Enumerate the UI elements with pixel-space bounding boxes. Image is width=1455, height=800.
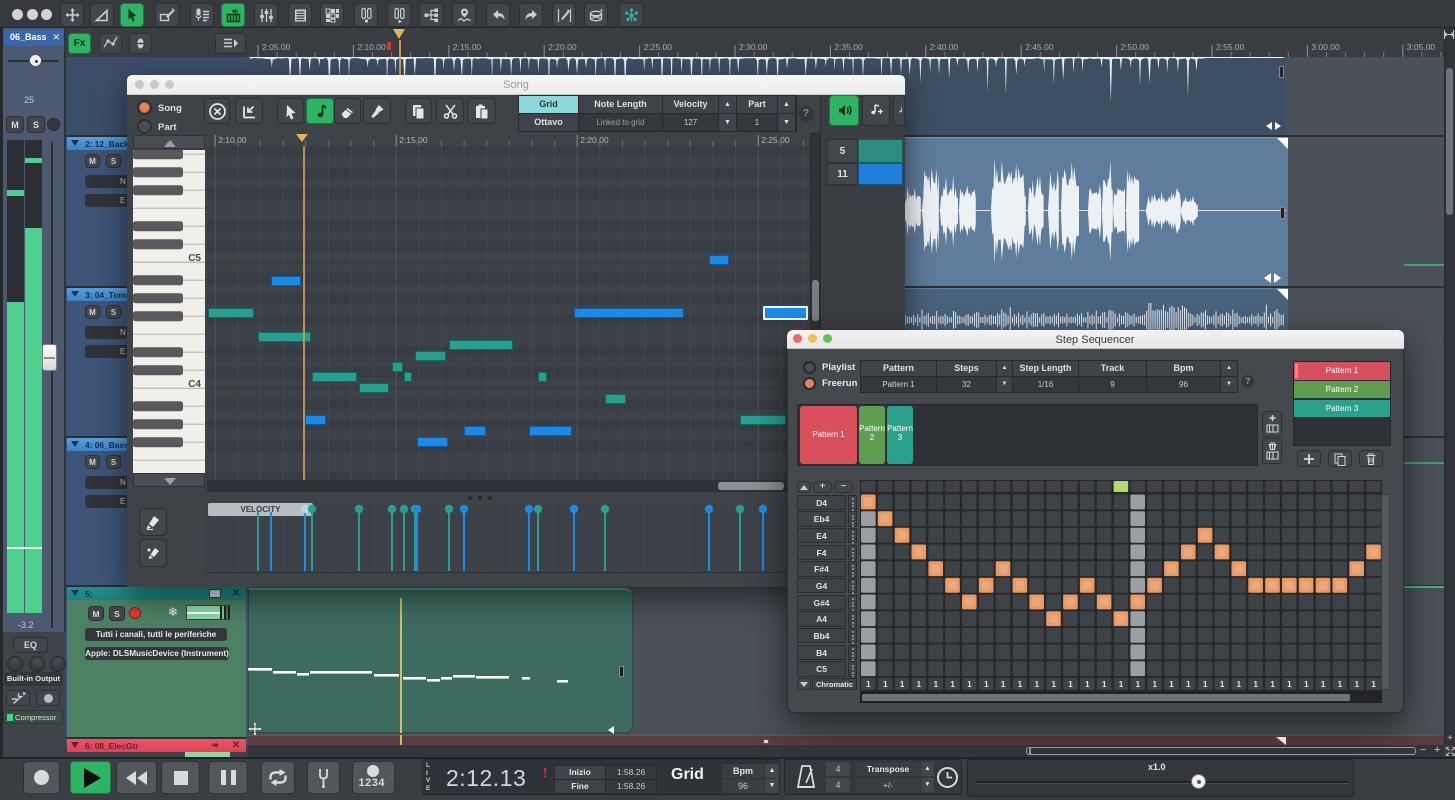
svg-text:1: 1 — [1287, 680, 1292, 689]
svg-text:C5: C5 — [188, 253, 201, 264]
svg-text:1: 1 — [1355, 680, 1360, 689]
svg-text:1: 1 — [950, 680, 955, 689]
svg-text:3:00.00: 3:00.00 — [1311, 42, 1340, 52]
svg-text:2:25.00: 2:25.00 — [761, 135, 790, 145]
svg-text:2:10.00: 2:10.00 — [357, 42, 386, 52]
svg-text:2:15.00: 2:15.00 — [453, 42, 482, 52]
svg-text:1: 1 — [1085, 680, 1090, 689]
svg-text:1: 1 — [917, 680, 922, 689]
svg-text:1: 1 — [1136, 680, 1141, 689]
svg-text:1: 1 — [967, 680, 972, 689]
svg-text:1: 1 — [1321, 680, 1326, 689]
svg-text:1: 1 — [1220, 680, 1225, 689]
svg-text:1: 1 — [1270, 680, 1275, 689]
svg-text:1: 1 — [1051, 680, 1056, 689]
svg-text:2:40.00: 2:40.00 — [930, 42, 959, 52]
svg-text:C4: C4 — [188, 379, 201, 390]
svg-text:1: 1 — [1338, 680, 1343, 689]
svg-text:1: 1 — [1102, 680, 1107, 689]
svg-text:2:35.00: 2:35.00 — [834, 42, 863, 52]
svg-text:1: 1 — [1253, 680, 1258, 689]
svg-text:2:55.00: 2:55.00 — [1216, 42, 1245, 52]
svg-text:1: 1 — [1152, 680, 1157, 689]
svg-text:1: 1 — [1035, 680, 1040, 689]
svg-text:2:20.00: 2:20.00 — [580, 135, 609, 145]
svg-text:2:30.00: 2:30.00 — [739, 42, 768, 52]
svg-text:1: 1 — [866, 680, 871, 689]
svg-text:1: 1 — [934, 680, 939, 689]
svg-text:2:10.00: 2:10.00 — [218, 135, 247, 145]
svg-text:1: 1 — [1203, 680, 1208, 689]
svg-text:1: 1 — [1068, 680, 1073, 689]
svg-text:1: 1 — [1371, 680, 1376, 689]
svg-text:1: 1 — [1186, 680, 1191, 689]
svg-text:2:50.00: 2:50.00 — [1121, 42, 1150, 52]
svg-text:2:25.00: 2:25.00 — [644, 42, 673, 52]
svg-text:1: 1 — [900, 680, 905, 689]
svg-text:1: 1 — [883, 680, 888, 689]
svg-text:1: 1 — [984, 680, 989, 689]
svg-text:2:45.00: 2:45.00 — [1025, 42, 1054, 52]
svg-text:1: 1 — [1237, 680, 1242, 689]
svg-text:1: 1 — [1001, 680, 1006, 689]
svg-text:1: 1 — [1018, 680, 1023, 689]
svg-text:1: 1 — [1119, 680, 1124, 689]
svg-text:3:05.00: 3:05.00 — [1407, 42, 1436, 52]
svg-text:2:05.00: 2:05.00 — [262, 42, 291, 52]
svg-text:2:15.00: 2:15.00 — [399, 135, 428, 145]
svg-text:2:20.00: 2:20.00 — [548, 42, 577, 52]
svg-text:1: 1 — [1169, 680, 1174, 689]
svg-text:1: 1 — [1304, 680, 1309, 689]
